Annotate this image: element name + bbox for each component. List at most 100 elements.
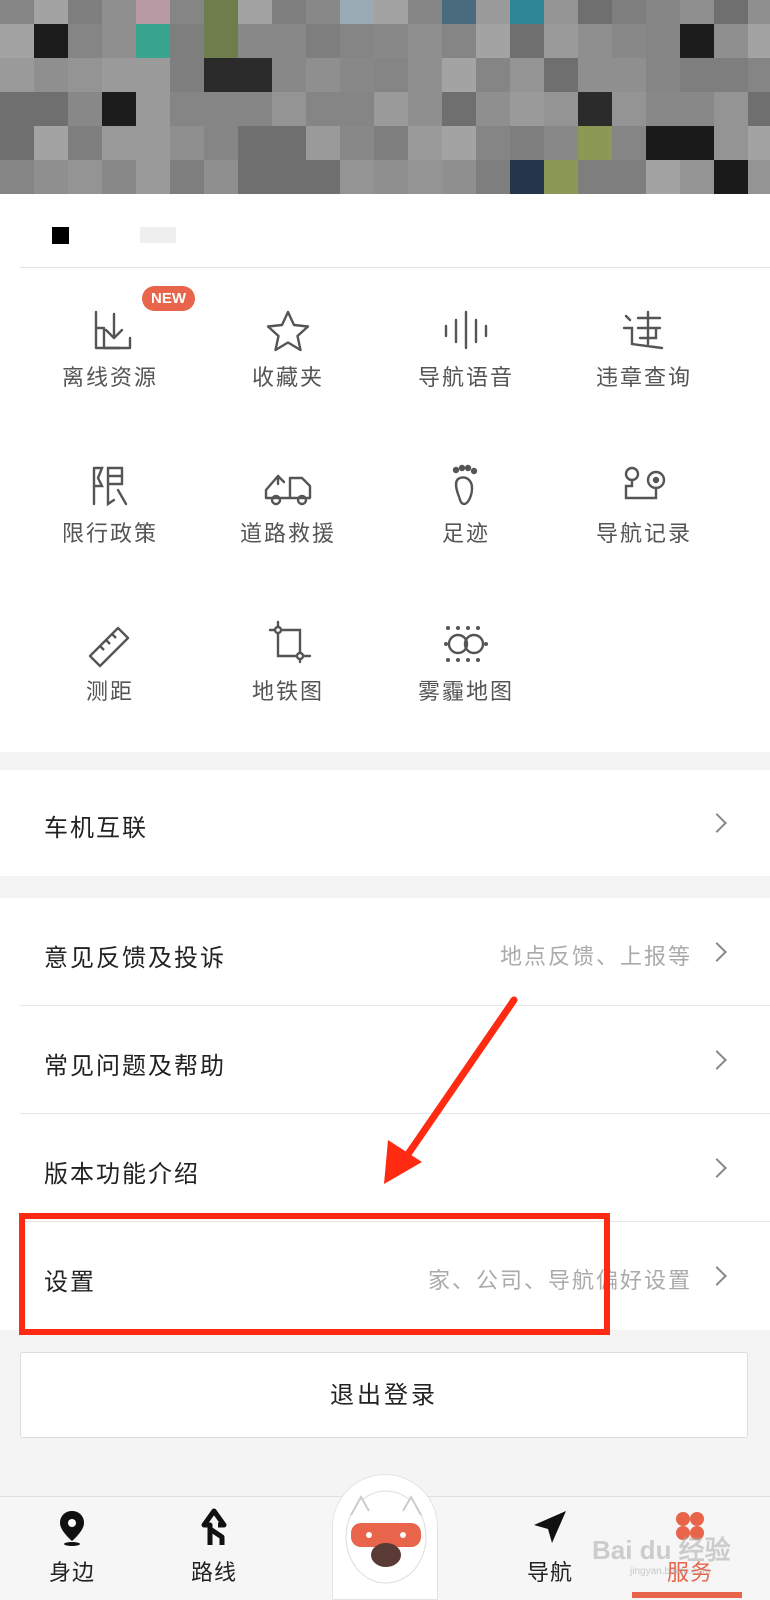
- mosaic-tile: [442, 24, 476, 58]
- mosaic-tile: [646, 24, 680, 58]
- mosaic-tile: [306, 92, 340, 126]
- mosaic-tile: [238, 126, 272, 160]
- mosaic-tile: [612, 58, 646, 92]
- mosaic-tile: [612, 160, 646, 194]
- grid-item-nav-voice[interactable]: 导航语音: [376, 268, 556, 398]
- tab-route[interactable]: 路线: [164, 1507, 264, 1597]
- mosaic-tile: [306, 24, 340, 58]
- mosaic-tile: [136, 160, 170, 194]
- mosaic-tile: [340, 92, 374, 126]
- grid-item-road-rescue[interactable]: 道路救援: [198, 424, 378, 554]
- mosaic-tile: [0, 24, 34, 58]
- grid-item-label: 违章查询: [595, 366, 692, 391]
- grid-item-haze-map[interactable]: 雾霾地图: [376, 582, 556, 712]
- mosaic-tile: [136, 24, 170, 58]
- route-fork-icon: [201, 1508, 227, 1545]
- grid-item-label: 雾霾地图: [417, 680, 514, 705]
- chevron-right-icon: [707, 813, 727, 833]
- grid-item-violation-query[interactable]: 违章查询: [554, 268, 734, 398]
- chevron-right-icon: [707, 1266, 727, 1286]
- menu-row-feedback[interactable]: 意见反馈及投诉 地点反馈、上报等: [0, 898, 770, 1006]
- mosaic-tile: [34, 24, 68, 58]
- menu-row-faq[interactable]: 常见问题及帮助: [0, 1006, 770, 1114]
- header-map-banner: [0, 0, 770, 194]
- mosaic-tile: [646, 58, 680, 92]
- mosaic-tile: [374, 126, 408, 160]
- mosaic-tile: [34, 0, 68, 24]
- mosaic-tile: [0, 92, 34, 126]
- mosaic-tile: [476, 92, 510, 126]
- mosaic-tile: [102, 160, 136, 194]
- mosaic-tile: [136, 58, 170, 92]
- mosaic-tile: [238, 92, 272, 126]
- mosaic-tile: [340, 58, 374, 92]
- watermark: Bai du 经验: [592, 1535, 731, 1565]
- mosaic-tile: [68, 24, 102, 58]
- mosaic-tile: [0, 0, 34, 24]
- mosaic-tile: [714, 160, 748, 194]
- mosaic-tile: [0, 160, 34, 194]
- mosaic-tile: [204, 0, 238, 24]
- subway-map-icon: [256, 618, 320, 670]
- mosaic-tile: [272, 160, 306, 194]
- username-placeholder: [140, 227, 176, 243]
- tab-navigation[interactable]: 导航: [500, 1507, 600, 1597]
- mosaic-tile: [510, 24, 544, 58]
- offline-download-icon: [78, 304, 142, 356]
- mosaic-tile: [272, 58, 306, 92]
- grid-item-measure-distance[interactable]: 测距: [20, 582, 200, 712]
- grid-item-favorites[interactable]: 收藏夹: [198, 268, 378, 398]
- mosaic-tile: [714, 58, 748, 92]
- mosaic-tile: [748, 0, 770, 24]
- grid-item-footprint[interactable]: 足迹: [376, 424, 556, 554]
- mosaic-tile: [238, 0, 272, 24]
- mosaic-tile: [544, 58, 578, 92]
- grid-item-label: 导航记录: [595, 522, 692, 547]
- mosaic-tile: [748, 92, 770, 126]
- mosaic-tile: [102, 24, 136, 58]
- row-title: 常见问题及帮助: [44, 1052, 226, 1080]
- mosaic-tile: [748, 126, 770, 160]
- mosaic-tile: [170, 126, 204, 160]
- center-mascot-button[interactable]: [332, 1474, 438, 1600]
- mosaic-tile: [170, 58, 204, 92]
- voice-wave-icon: [434, 304, 498, 356]
- mosaic-tile: [544, 160, 578, 194]
- mosaic-tile: [442, 58, 476, 92]
- row-title: 车机互联: [44, 814, 148, 842]
- mosaic-tile: [306, 0, 340, 24]
- mosaic-tile: [238, 58, 272, 92]
- mosaic-tile: [272, 24, 306, 58]
- service-grid: NEW 离线资源 收藏夹 导航语音 违章查询 限行政策 道路救援 足迹 导航记录…: [0, 268, 770, 752]
- mosaic-tile: [136, 0, 170, 24]
- mosaic-tile: [34, 160, 68, 194]
- mosaic-tile: [408, 58, 442, 92]
- grid-item-subway-map[interactable]: 地铁图: [198, 582, 378, 712]
- watermark-url: jingyan.baidu.com: [630, 1566, 711, 1577]
- mosaic-tile: [612, 0, 646, 24]
- tab-nearby[interactable]: 身边: [22, 1507, 122, 1597]
- navigation-arrow-icon: [534, 1511, 566, 1543]
- grid-item-offline-resources[interactable]: NEW 离线资源: [20, 268, 200, 398]
- mosaic-tile: [476, 126, 510, 160]
- mosaic-tile: [68, 126, 102, 160]
- mosaic-tile: [748, 24, 770, 58]
- grid-item-restriction-policy[interactable]: 限行政策: [20, 424, 200, 554]
- mosaic-tile: [408, 126, 442, 160]
- grid-item-label: 导航语音: [417, 366, 514, 391]
- grid-item-nav-history[interactable]: 导航记录: [554, 424, 734, 554]
- mosaic-tile: [680, 58, 714, 92]
- logout-button[interactable]: 退出登录: [20, 1352, 748, 1438]
- grid-item-label: 道路救援: [239, 522, 336, 547]
- mosaic-tile: [476, 58, 510, 92]
- menu-row-car-link[interactable]: 车机互联: [0, 770, 770, 876]
- mosaic-tile: [238, 24, 272, 58]
- avatar: [52, 227, 69, 244]
- mosaic-tile: [680, 126, 714, 160]
- mosaic-tile: [510, 58, 544, 92]
- user-info-row[interactable]: [0, 194, 770, 268]
- mosaic-tile: [34, 92, 68, 126]
- menu-row-version-intro[interactable]: 版本功能介绍: [0, 1114, 770, 1222]
- mosaic-tile: [306, 58, 340, 92]
- chevron-right-icon: [707, 1158, 727, 1178]
